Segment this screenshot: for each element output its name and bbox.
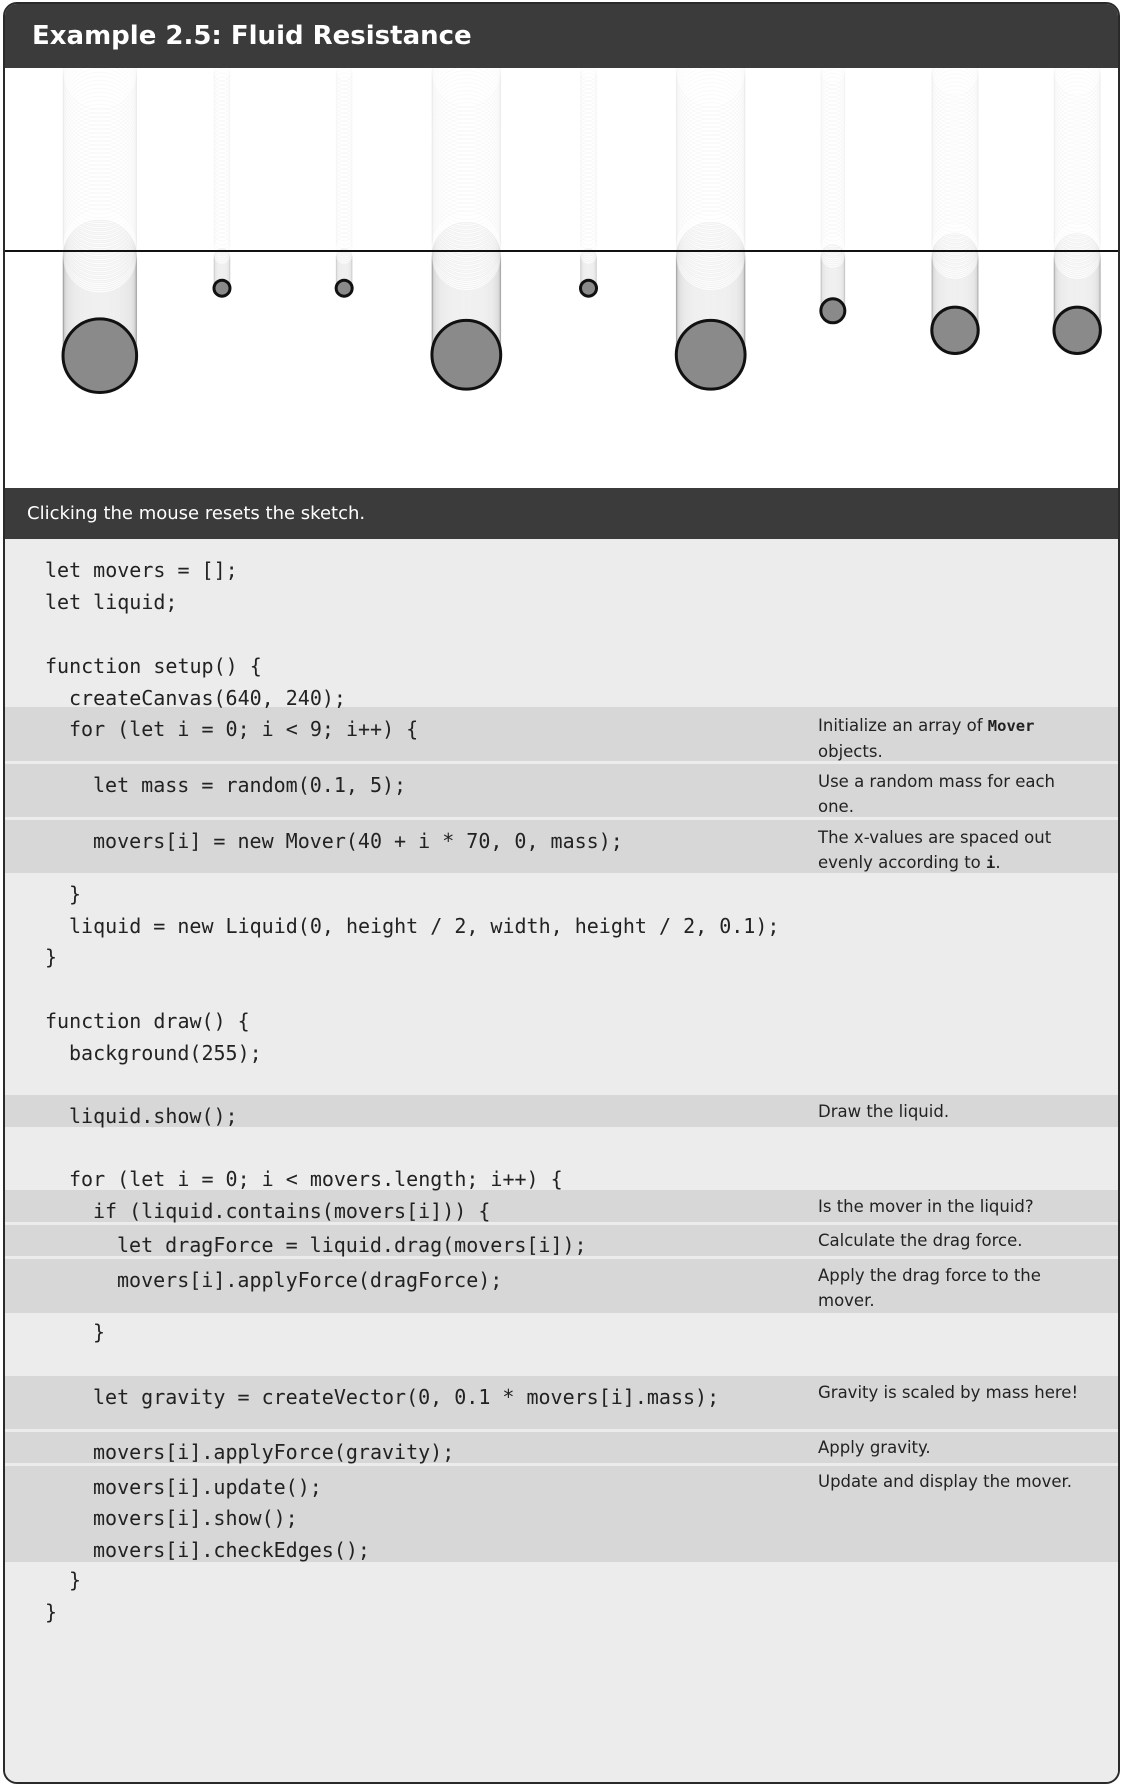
- code-annotation: Update and display the mover.: [818, 1472, 1073, 1491]
- code-line: movers[i] = new Mover(40 + i * 70, 0, ma…: [93, 829, 623, 853]
- code-line: movers[i].checkEdges();: [93, 1538, 370, 1562]
- code-line: let movers = [];: [45, 558, 238, 582]
- code-line: createCanvas(640, 240);: [69, 686, 346, 710]
- code-annotation: Initialize an array of Mover objects.: [818, 716, 1035, 761]
- mover-2: [334, 278, 354, 298]
- code-annotation: Calculate the drag force.: [818, 1231, 1023, 1250]
- mover-trail-mark: [821, 68, 845, 89]
- code-line: function setup() {: [45, 654, 262, 678]
- code-annotation: Gravity is scaled by mass here!: [818, 1383, 1079, 1402]
- code-line: for (let i = 0; i < 9; i++) {: [69, 717, 419, 741]
- mover-trail-mark: [432, 68, 501, 131]
- code-line: function draw() {: [45, 1009, 250, 1033]
- example-title: Example 2.5: Fluid Resistance: [5, 4, 1118, 68]
- code-annotation: Draw the liquid.: [818, 1102, 950, 1121]
- code-line: background(255);: [69, 1041, 262, 1065]
- code-line: }: [69, 1568, 82, 1592]
- sketch-caption: Clicking the mouse resets the sketch.: [5, 488, 1118, 539]
- code-line: movers[i].applyForce(gravity);: [93, 1440, 455, 1464]
- mover-5: [674, 318, 747, 391]
- code-line: movers[i].applyForce(dragForce);: [117, 1268, 503, 1292]
- code-line: }: [69, 882, 82, 906]
- code-line: liquid = new Liquid(0, height / 2, width…: [69, 914, 780, 938]
- code-annotation: Apply the drag force to the mover.: [818, 1266, 1041, 1310]
- code-annotation: Use a random mass for each one.: [818, 772, 1056, 816]
- code-line: for (let i = 0; i < movers.length; i++) …: [69, 1167, 563, 1191]
- example-frame: Example 2.5: Fluid Resistance Clicking t…: [3, 2, 1120, 1784]
- code-annotation: Apply gravity.: [818, 1438, 931, 1457]
- sketch-canvas[interactable]: [5, 68, 1118, 488]
- code-annotation: The x-values are spaced out evenly accor…: [818, 828, 1052, 872]
- code-listing: let movers = []; let liquid; function se…: [5, 539, 1118, 1782]
- code-line: }: [45, 945, 58, 969]
- code-annotation: Is the mover in the liquid?: [818, 1197, 1034, 1216]
- mover-trail-mark: [63, 164, 137, 238]
- sketch-drawing: [5, 68, 1118, 395]
- mover-trail-mark: [676, 68, 745, 131]
- code-line: movers[i].update();: [93, 1475, 322, 1499]
- mover-0: [61, 317, 139, 395]
- mover-8: [1052, 305, 1102, 355]
- code-line: liquid.show();: [69, 1104, 238, 1128]
- mover-1: [212, 278, 232, 298]
- code-line: if (liquid.contains(movers[i])) {: [93, 1199, 491, 1223]
- mover-7: [930, 305, 980, 355]
- movers: [61, 278, 1102, 395]
- mover-4: [579, 278, 598, 298]
- code-line: let mass = random(0.1, 5);: [93, 773, 407, 797]
- mover-6: [819, 297, 847, 325]
- mover-3: [430, 318, 503, 391]
- code-line: }: [93, 1320, 106, 1344]
- code-line: let gravity = createVector(0, 0.1 * move…: [93, 1385, 720, 1409]
- code-line: let dragForce = liquid.drag(movers[i]);: [117, 1233, 587, 1257]
- code-line: }: [45, 1600, 58, 1624]
- code-line: let liquid;: [45, 590, 178, 614]
- code-line: movers[i].show();: [93, 1506, 298, 1530]
- mover-trail-mark: [63, 160, 137, 234]
